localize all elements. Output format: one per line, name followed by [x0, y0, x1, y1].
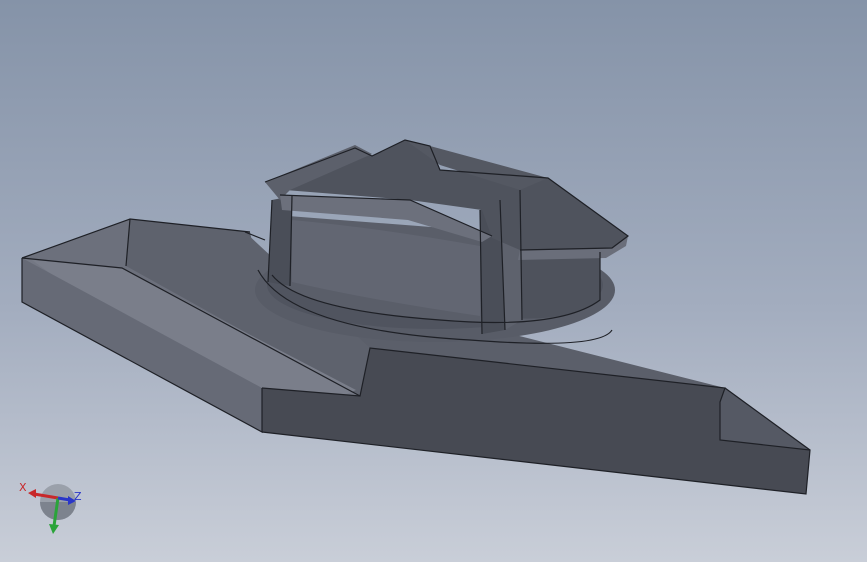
3d-part-model[interactable] [0, 0, 867, 562]
x-axis-label: X [19, 481, 27, 494]
z-axis-label: Z [74, 490, 82, 503]
orientation-triad: X Z [14, 474, 94, 544]
graphics-viewport[interactable]: X Z [0, 0, 867, 562]
